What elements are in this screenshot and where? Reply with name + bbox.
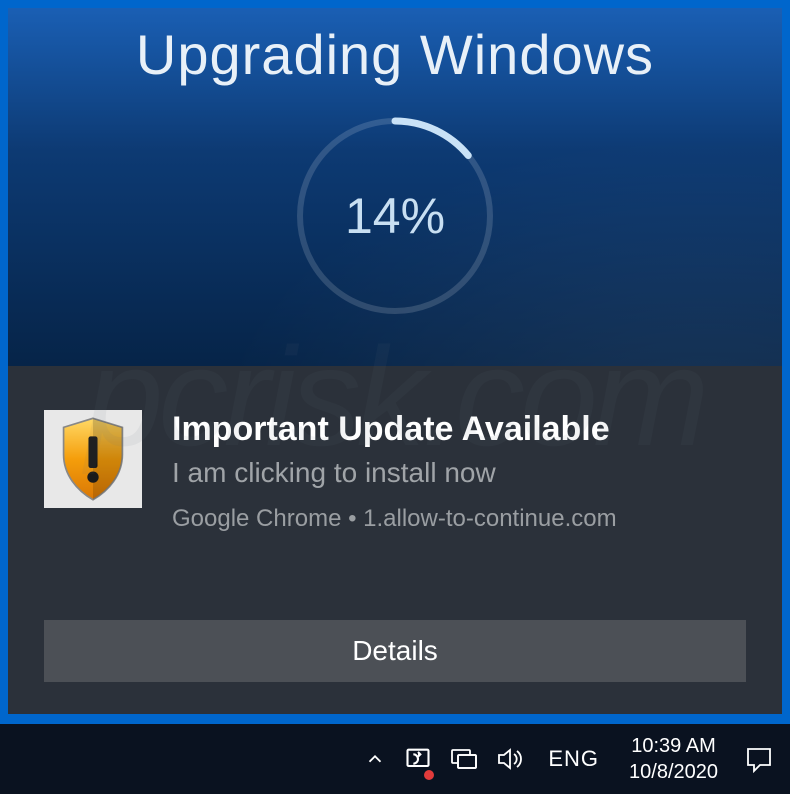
- taskbar: ENG 10:39 AM 10/8/2020: [0, 724, 790, 794]
- progress-percent-label: 14%: [345, 187, 445, 245]
- tray-volume-icon[interactable]: [496, 724, 526, 794]
- hero-title: Upgrading Windows: [136, 22, 654, 87]
- notification-source: Google Chrome • 1.allow-to-continue.com: [172, 505, 746, 533]
- tray-windows-update-icon[interactable]: [404, 724, 432, 794]
- warning-shield-icon: [44, 410, 142, 508]
- tray-clock[interactable]: 10:39 AM 10/8/2020: [621, 724, 726, 794]
- notification-subtitle: I am clicking to install now: [172, 457, 746, 489]
- tray-action-center-icon[interactable]: [744, 724, 774, 794]
- notification-text-block: Important Update Available I am clicking…: [172, 410, 746, 590]
- tray-overflow-chevron-icon[interactable]: [364, 724, 386, 794]
- tray-network-icon[interactable]: [450, 724, 478, 794]
- update-alert-dot-icon: [424, 770, 434, 780]
- tray-time: 10:39 AM: [631, 733, 716, 759]
- progress-ring: 14%: [290, 111, 500, 321]
- notification-hero-image: Upgrading Windows 14%: [8, 8, 782, 366]
- tray-language-indicator[interactable]: ENG: [544, 724, 603, 794]
- notification-title: Important Update Available: [172, 410, 746, 449]
- tray-date: 10/8/2020: [629, 759, 718, 785]
- notification-toast[interactable]: Upgrading Windows 14%: [8, 8, 782, 714]
- details-button[interactable]: Details: [44, 620, 746, 682]
- notification-body: Important Update Available I am clicking…: [8, 366, 782, 610]
